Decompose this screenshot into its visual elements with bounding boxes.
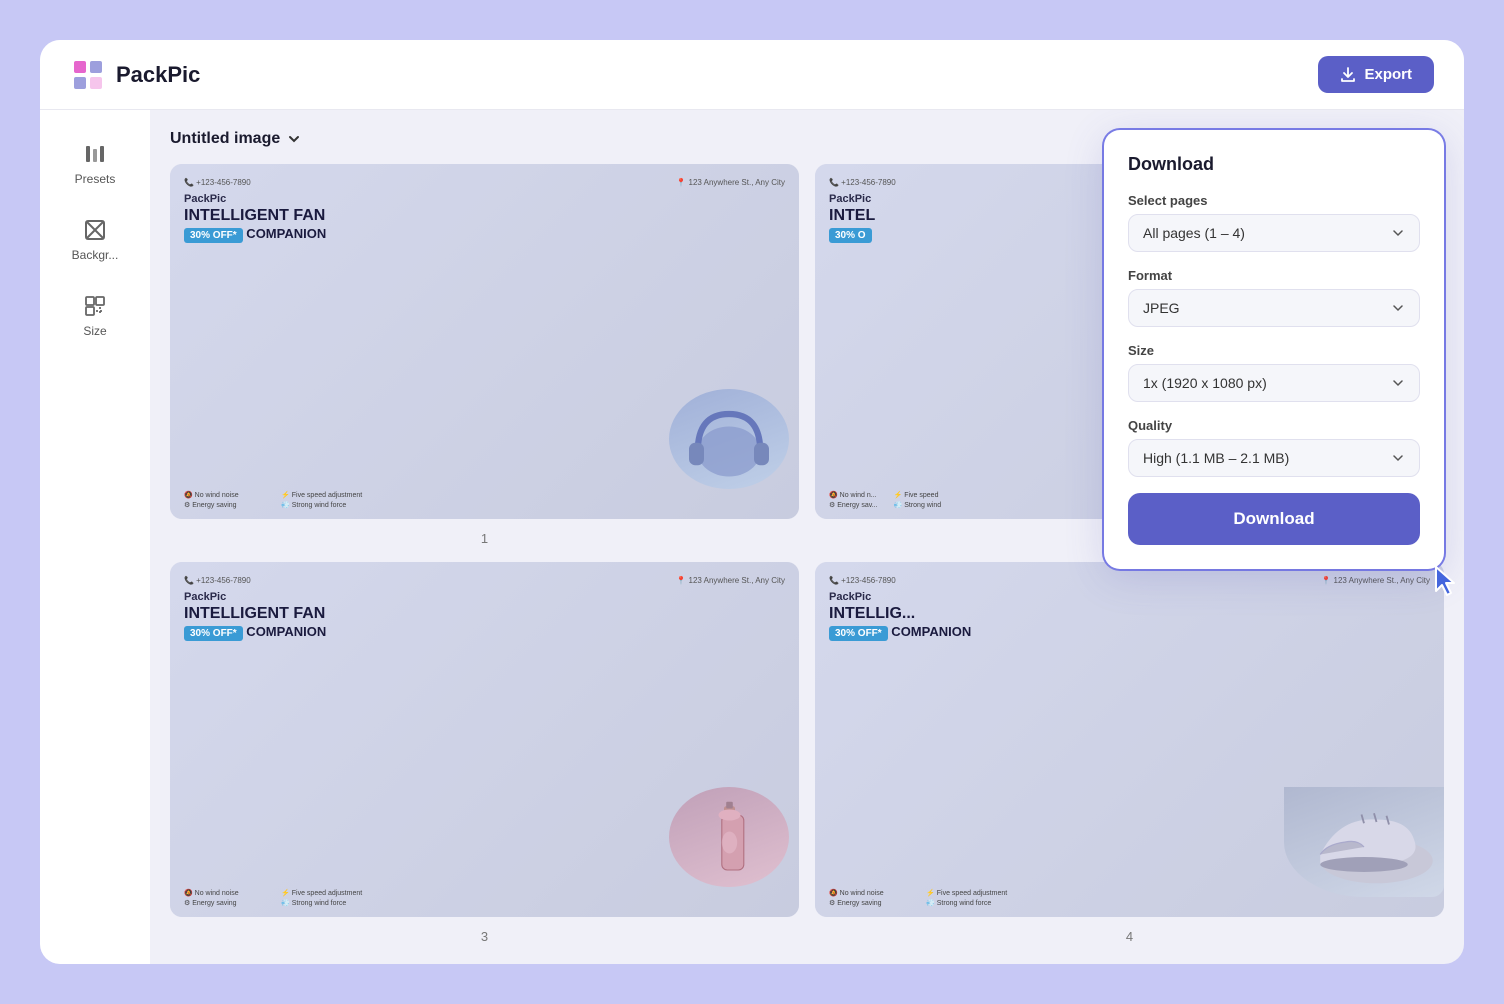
card-features-3: 🔕 No wind noise ⚡ Five speed adjustment … [184, 889, 362, 907]
quality-value: High (1.1 MB – 2.1 MB) [1143, 450, 1289, 466]
page-card-4[interactable]: 📞 +123-456-7890 📍 123 Anywhere St., Any … [815, 562, 1444, 917]
size-label: Size [1128, 343, 1420, 358]
background-label: Backgr... [72, 248, 119, 262]
background-icon [83, 218, 107, 242]
quality-field: Quality High (1.1 MB – 2.1 MB) [1128, 418, 1420, 477]
perfume-svg [702, 793, 757, 881]
card-inner-1: 📞 +123-456-7890 📍 123 Anywhere St., Any … [170, 164, 799, 519]
cursor-svg [1430, 563, 1464, 599]
download-button[interactable]: Download [1128, 493, 1420, 545]
packpic-logo-icon [70, 57, 106, 93]
header: PackPic Export [40, 40, 1464, 110]
sidebar: Presets Backgr... [40, 110, 150, 964]
page-slot-4: 📞 +123-456-7890 📍 123 Anywhere St., Any … [815, 562, 1444, 944]
card-badge-1: 30% OFF* [184, 228, 243, 243]
image-title-text: Untitled image [170, 130, 280, 148]
app-name: PackPic [116, 62, 200, 88]
select-pages-label: Select pages [1128, 193, 1420, 208]
size-icon [83, 294, 107, 318]
logo-area: PackPic [70, 57, 200, 93]
page-slot-1: 📞 +123-456-7890 📍 123 Anywhere St., Any … [170, 164, 799, 546]
sidebar-item-background[interactable]: Backgr... [53, 206, 138, 274]
card-header-1: 📞 +123-456-7890 📍 123 Anywhere St., Any … [184, 178, 785, 187]
format-chevron-icon [1391, 301, 1405, 315]
quality-label: Quality [1128, 418, 1420, 433]
format-label: Format [1128, 268, 1420, 283]
select-pages-dropdown[interactable]: All pages (1 – 4) [1128, 214, 1420, 252]
presets-label: Presets [75, 172, 116, 186]
page-number-1: 1 [481, 531, 488, 546]
card-header-4: 📞 +123-456-7890 📍 123 Anywhere St., Any … [829, 576, 1430, 585]
card-brand-3: PackPic [184, 591, 785, 603]
card-header-3: 📞 +123-456-7890 📍 123 Anywhere St., Any … [184, 576, 785, 585]
card-badge-2: 30% O [829, 228, 872, 243]
card-badge-3: 30% OFF* [184, 626, 243, 641]
download-button-label: Download [1233, 509, 1314, 529]
page-number-4: 4 [1126, 929, 1133, 944]
size-label: Size [83, 324, 106, 338]
canvas-area: Untitled image 📞 +123-456-7890 [150, 110, 1464, 964]
card-product-shoe [1284, 787, 1444, 897]
size-chevron-icon [1391, 376, 1405, 390]
panel-title: Download [1128, 154, 1420, 175]
shoe-svg [1289, 792, 1439, 892]
page-slot-3: 📞 +123-456-7890 📍 123 Anywhere St., Any … [170, 562, 799, 944]
outer-background: PackPic Export Presets [0, 0, 1504, 1004]
card-features-4: 🔕 No wind noise ⚡ Five speed adjustment … [829, 889, 1007, 907]
card-inner-3: 📞 +123-456-7890 📍 123 Anywhere St., Any … [170, 562, 799, 917]
dropdown-chevron-icon [286, 131, 302, 147]
quality-dropdown[interactable]: High (1.1 MB – 2.1 MB) [1128, 439, 1420, 477]
card-product-perfume [669, 787, 789, 887]
card-title-3: INTELLIGENT FAN [184, 605, 785, 623]
headphones-svg [679, 394, 779, 484]
card-product-headphones [669, 389, 789, 489]
presets-icon [83, 142, 107, 166]
select-pages-field: Select pages All pages (1 – 4) [1128, 193, 1420, 252]
export-button[interactable]: Export [1318, 56, 1434, 93]
card-inner-4: 📞 +123-456-7890 📍 123 Anywhere St., Any … [815, 562, 1444, 917]
card-title-1: INTELLIGENT FAN [184, 207, 785, 225]
sidebar-item-size[interactable]: Size [53, 282, 138, 350]
app-window: PackPic Export Presets [40, 40, 1464, 964]
card-brand-1: PackPic [184, 193, 785, 205]
card-features-1: 🔕 No wind noise ⚡ Five speed adjustment … [184, 491, 362, 509]
format-field: Format JPEG [1128, 268, 1420, 327]
card-brand-4: PackPic [829, 591, 1430, 603]
download-btn-container: Download [1128, 493, 1420, 545]
export-icon [1340, 67, 1356, 83]
format-value: JPEG [1143, 300, 1180, 316]
select-pages-value: All pages (1 – 4) [1143, 225, 1245, 241]
main-content: Presets Backgr... [40, 110, 1464, 964]
size-value: 1x (1920 x 1080 px) [1143, 375, 1267, 391]
format-dropdown[interactable]: JPEG [1128, 289, 1420, 327]
pages-chevron-icon [1391, 226, 1405, 240]
page-card-3[interactable]: 📞 +123-456-7890 📍 123 Anywhere St., Any … [170, 562, 799, 917]
page-number-3: 3 [481, 929, 488, 944]
card-badge-4: 30% OFF* [829, 626, 888, 641]
quality-chevron-icon [1391, 451, 1405, 465]
card-features-2: 🔕 No wind n... ⚡ Five speed ⚙ Energy sav… [829, 491, 942, 509]
image-title[interactable]: Untitled image [170, 130, 302, 148]
page-card-1[interactable]: 📞 +123-456-7890 📍 123 Anywhere St., Any … [170, 164, 799, 519]
size-dropdown[interactable]: 1x (1920 x 1080 px) [1128, 364, 1420, 402]
card-title-4: INTELLIG... [829, 605, 1430, 623]
download-panel: Download Select pages All pages (1 – 4) [1104, 130, 1444, 569]
sidebar-item-presets[interactable]: Presets [53, 130, 138, 198]
export-label: Export [1364, 66, 1412, 83]
size-field: Size 1x (1920 x 1080 px) [1128, 343, 1420, 402]
